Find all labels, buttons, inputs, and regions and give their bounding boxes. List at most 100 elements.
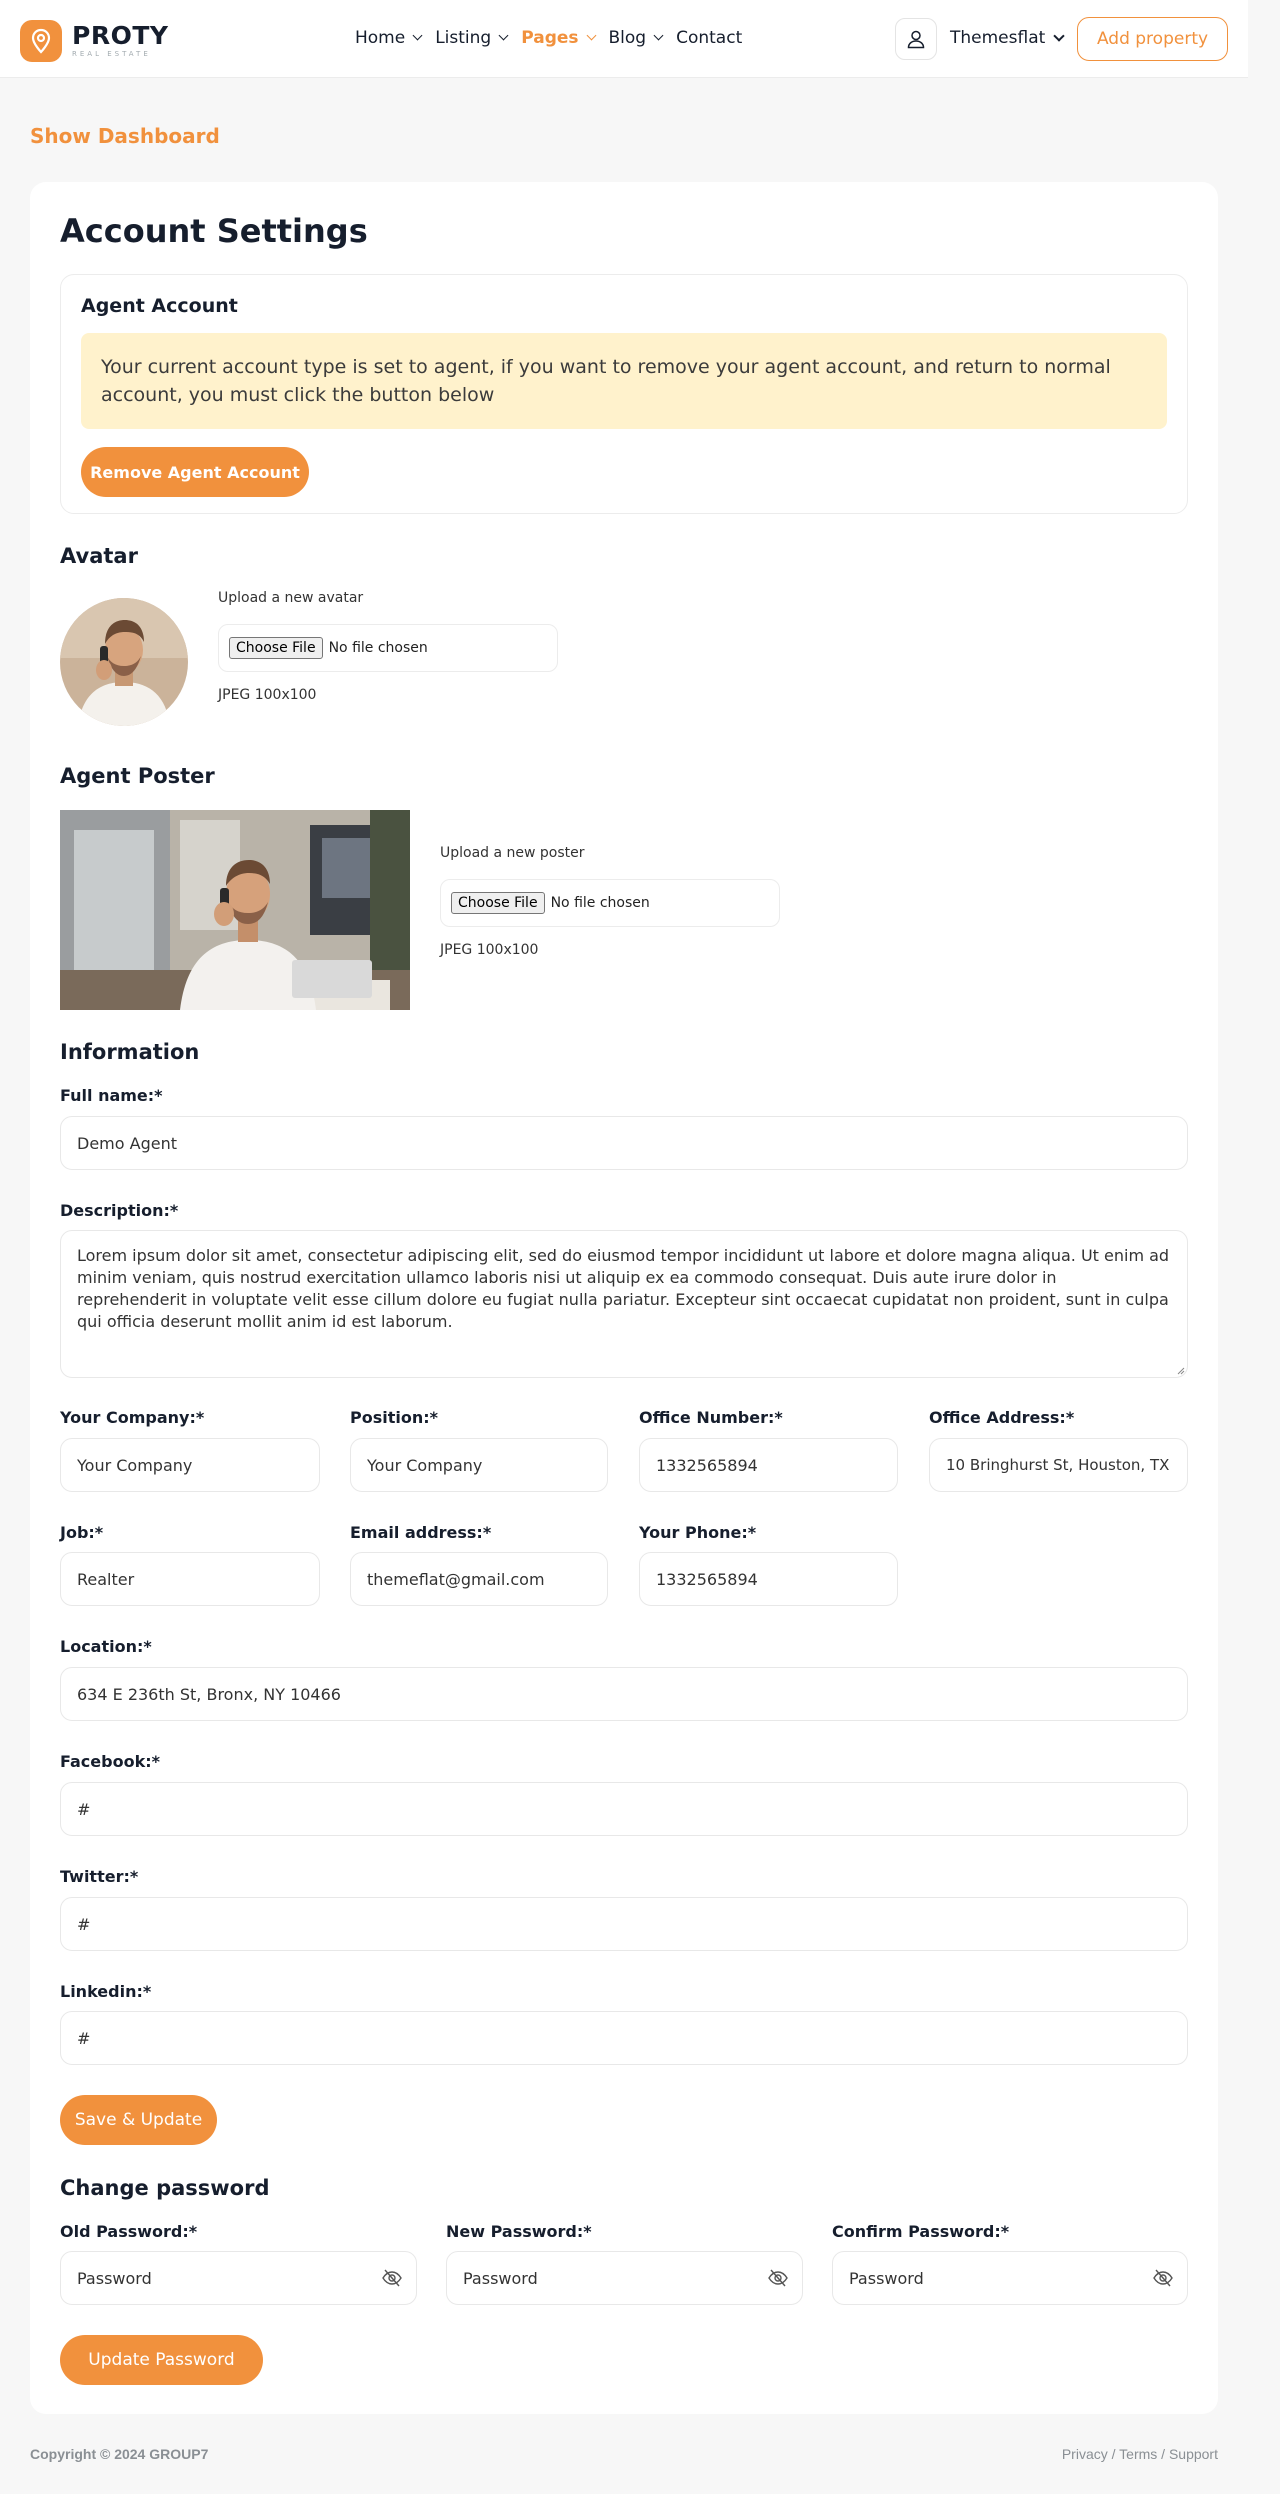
new-password-label: New Password:*: [446, 2222, 592, 2241]
save-update-button[interactable]: Save & Update: [60, 2095, 217, 2145]
phone-field[interactable]: 1332565894: [639, 1552, 898, 1606]
chevron-down-icon: [1053, 29, 1065, 42]
nav-item-pages[interactable]: Pages: [521, 28, 596, 48]
facebook-label: Facebook:*: [60, 1752, 160, 1771]
job-field[interactable]: Realter: [60, 1552, 320, 1606]
chevron-down-icon: [653, 30, 664, 41]
agent-notice: Your current account type is set to agen…: [81, 333, 1167, 429]
main-nav: Home Listing Pages Blog Contact: [355, 28, 756, 48]
linkedin-label: Linkedin:*: [60, 1982, 152, 2001]
office-address-value: 10 Bringhurst St, Houston, TX: [946, 1456, 1170, 1474]
phone-label: Your Phone:*: [639, 1523, 757, 1542]
linkedin-value: #: [77, 2028, 91, 2048]
user-menu[interactable]: Themesflat: [950, 28, 1065, 48]
footer-link-terms[interactable]: Terms: [1119, 2446, 1157, 2462]
description-field[interactable]: Lorem ipsum dolor sit amet, consectetur …: [60, 1230, 1188, 1378]
description-value: Lorem ipsum dolor sit amet, consectetur …: [77, 1246, 1170, 1331]
nav-label: Pages: [521, 28, 579, 48]
eye-off-icon[interactable]: [768, 2269, 788, 2287]
change-password-title: Change password: [60, 2176, 270, 2200]
location-field[interactable]: 634 E 236th St, Bronx, NY 10466: [60, 1667, 1188, 1721]
new-password-field[interactable]: Password: [446, 2251, 803, 2305]
nav-item-home[interactable]: Home: [355, 28, 423, 48]
show-dashboard-link[interactable]: Show Dashboard: [30, 124, 220, 148]
twitter-value: #: [77, 1914, 91, 1934]
nav-label: Contact: [676, 28, 743, 48]
position-label: Position:*: [350, 1408, 439, 1427]
avatar: [60, 598, 188, 726]
footer-links: Privacy / Terms / Support: [1061, 2446, 1218, 2462]
office-address-label: Office Address:*: [929, 1408, 1075, 1427]
position-field[interactable]: Your Company: [350, 1438, 608, 1492]
remove-agent-account-button[interactable]: Remove Agent Account: [81, 447, 309, 497]
add-property-button[interactable]: Add property: [1077, 17, 1228, 61]
office-number-field[interactable]: 1332565894: [639, 1438, 898, 1492]
facebook-value: #: [77, 1799, 91, 1819]
avatar-choose-file-button[interactable]: Choose File: [229, 637, 323, 659]
chevron-down-icon: [498, 30, 509, 41]
nav-item-blog[interactable]: Blog: [608, 28, 664, 48]
old-password-label: Old Password:*: [60, 2222, 198, 2241]
eye-off-icon[interactable]: [1153, 2269, 1173, 2287]
company-value: Your Company: [77, 1455, 193, 1475]
confirm-password-placeholder: Password: [849, 2268, 924, 2288]
avatar-upload-label: Upload a new avatar: [218, 590, 364, 606]
confirm-password-field[interactable]: Password: [832, 2251, 1188, 2305]
location-value: 634 E 236th St, Bronx, NY 10466: [77, 1684, 341, 1704]
footer-link-support[interactable]: Support: [1169, 2446, 1218, 2462]
user-icon: [907, 30, 925, 49]
poster-file-status: No file chosen: [550, 895, 650, 911]
account-settings-card: Account Settings Agent Account Your curr…: [30, 182, 1218, 2414]
email-value: themeflat@gmail.com: [367, 1569, 545, 1589]
office-address-field[interactable]: 10 Bringhurst St, Houston, TX: [929, 1438, 1188, 1492]
agent-account-section: Agent Account Your current account type …: [60, 274, 1188, 514]
chevron-down-icon: [586, 30, 596, 41]
poster-choose-file-button[interactable]: Choose File: [451, 892, 545, 914]
nav-label: Blog: [608, 28, 647, 48]
agent-account-title: Agent Account: [81, 295, 238, 317]
footer-link-privacy[interactable]: Privacy: [1062, 2446, 1108, 2462]
user-icon-button[interactable]: [895, 18, 937, 60]
logo[interactable]: PROTY REAL ESTATE: [20, 20, 168, 62]
company-field[interactable]: Your Company: [60, 1438, 320, 1492]
position-value: Your Company: [367, 1455, 483, 1475]
confirm-password-label: Confirm Password:*: [832, 2222, 1010, 2241]
office-number-label: Office Number:*: [639, 1408, 783, 1427]
job-label: Job:*: [60, 1523, 104, 1542]
information-section-title: Information: [60, 1040, 200, 1064]
poster-file-input[interactable]: Choose File No file chosen: [440, 879, 780, 927]
description-label: Description:*: [60, 1201, 179, 1220]
twitter-field[interactable]: #: [60, 1897, 1188, 1951]
copyright: Copyright © 2024 GROUP7: [30, 2446, 209, 2462]
avatar-hint: JPEG 100x100: [218, 687, 317, 703]
full-name-value: Demo Agent: [77, 1133, 177, 1153]
linkedin-field[interactable]: #: [60, 2011, 1188, 2065]
site-header: PROTY REAL ESTATE Home Listing Pages Blo…: [0, 0, 1248, 78]
user-name: Themesflat: [950, 28, 1046, 48]
update-password-button[interactable]: Update Password: [60, 2335, 263, 2385]
page-title: Account Settings: [60, 212, 368, 250]
resize-handle-icon[interactable]: [1175, 1365, 1185, 1375]
full-name-field[interactable]: Demo Agent: [60, 1116, 1188, 1170]
nav-label: Listing: [435, 28, 492, 48]
eye-off-icon[interactable]: [382, 2269, 402, 2287]
twitter-label: Twitter:*: [60, 1867, 139, 1886]
poster-section-title: Agent Poster: [60, 764, 215, 788]
avatar-file-status: No file chosen: [328, 640, 428, 656]
location-pin-icon: [20, 20, 62, 62]
nav-item-contact[interactable]: Contact: [676, 28, 742, 48]
new-password-placeholder: Password: [463, 2268, 538, 2288]
email-field[interactable]: themeflat@gmail.com: [350, 1552, 608, 1606]
nav-label: Home: [355, 28, 406, 48]
old-password-placeholder: Password: [77, 2268, 152, 2288]
facebook-field[interactable]: #: [60, 1782, 1188, 1836]
phone-value: 1332565894: [656, 1569, 758, 1589]
agent-poster-image: [60, 810, 410, 1010]
old-password-field[interactable]: Password: [60, 2251, 417, 2305]
company-label: Your Company:*: [60, 1408, 205, 1427]
location-label: Location:*: [60, 1637, 152, 1656]
avatar-file-input[interactable]: Choose File No file chosen: [218, 624, 558, 672]
brand-name: PROTY: [72, 21, 169, 50]
nav-item-listing[interactable]: Listing: [435, 28, 509, 48]
office-number-value: 1332565894: [656, 1455, 758, 1475]
